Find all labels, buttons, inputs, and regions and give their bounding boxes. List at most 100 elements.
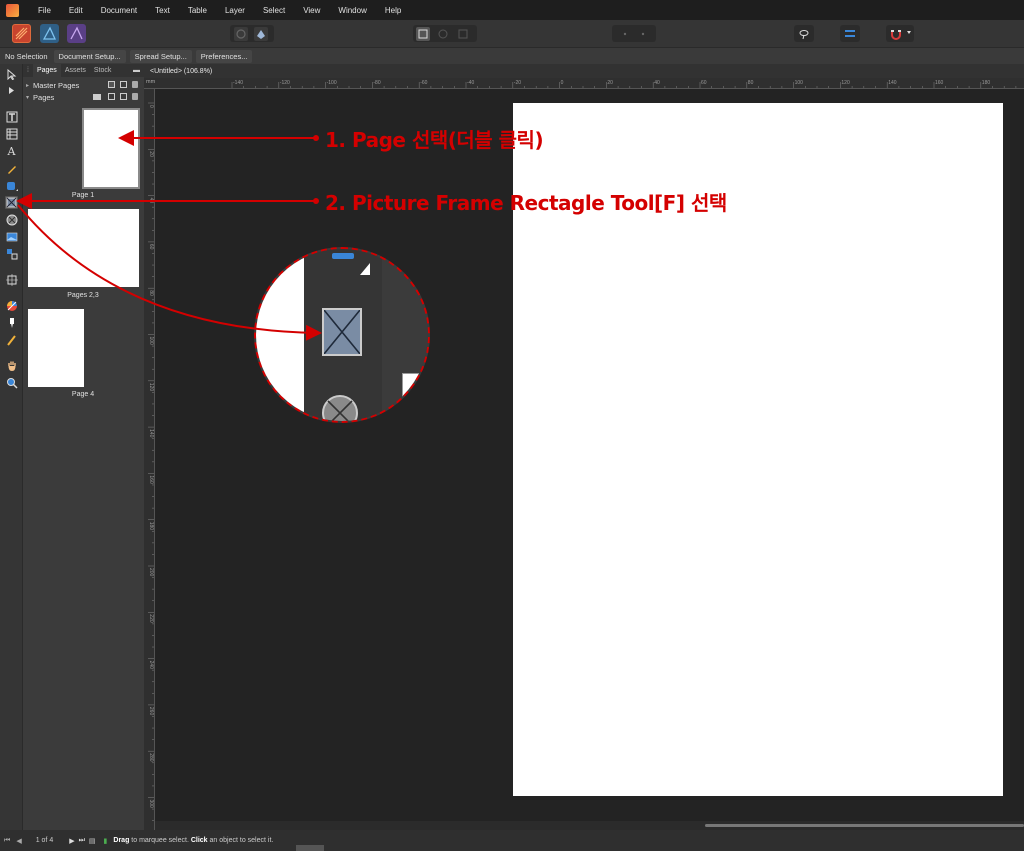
master-pages-row[interactable]: ▸ Master Pages xyxy=(23,79,144,91)
zoom-tool-icon[interactable] xyxy=(5,376,18,389)
view-tool-hand-icon[interactable] xyxy=(5,359,18,372)
vector-crop-tool-icon[interactable] xyxy=(5,247,18,260)
magnified-shape-tool-icon xyxy=(332,253,354,259)
menu-select[interactable]: Select xyxy=(263,6,285,15)
ruler-tick-label: -20 xyxy=(514,80,521,86)
color-picker-tool-icon[interactable] xyxy=(5,299,18,312)
panel-grip-icon[interactable]: ⁞ xyxy=(23,67,33,74)
snapping-options-icon[interactable] xyxy=(797,27,811,41)
horizontal-scrollbar[interactable] xyxy=(155,821,1024,830)
add-spread-icon[interactable] xyxy=(120,93,127,100)
preferences-button[interactable]: Preferences... xyxy=(195,49,253,63)
last-page-icon[interactable]: ⏭ xyxy=(79,837,85,845)
status-scroll-indicator xyxy=(296,845,324,851)
pages-2-3-thumbnail[interactable] xyxy=(28,209,139,287)
page-1-thumbnail[interactable] xyxy=(82,108,140,189)
magnified-flyout-corner-icon xyxy=(360,263,370,275)
artistic-text-tool-icon[interactable]: A xyxy=(5,145,18,158)
menu-file[interactable]: File xyxy=(38,6,51,15)
document-setup-button[interactable]: Document Setup... xyxy=(53,49,126,63)
ruler-tick-label: 100 xyxy=(148,337,154,346)
document-tab[interactable]: <Untitled> (106.8%) xyxy=(144,64,1024,78)
move-tool-icon[interactable] xyxy=(5,68,18,81)
node-tool-icon[interactable] xyxy=(5,84,18,97)
assistant-icon[interactable] xyxy=(254,26,268,41)
transparency-tool-icon[interactable] xyxy=(5,273,18,286)
spread-setup-button[interactable]: Spread Setup... xyxy=(129,49,192,63)
ruler-tick-label: -140 xyxy=(233,80,243,86)
add-master-icon[interactable] xyxy=(108,81,115,88)
insert-after-icon[interactable] xyxy=(636,27,650,41)
preflight-icon[interactable] xyxy=(234,26,248,41)
ruler-tick-label: 120 xyxy=(148,383,154,392)
menu-text[interactable]: Text xyxy=(155,6,170,15)
magnified-picture-frame-rectangle-icon xyxy=(322,308,362,356)
ruler-tick-label: -40 xyxy=(467,80,474,86)
pages-2-3-label: Pages 2,3 xyxy=(67,292,99,299)
chevron-right-icon[interactable]: ▸ xyxy=(26,82,29,89)
horizontal-ruler[interactable]: mm -140 -120 -100 -80 -60 -40 -20 0 20 40 60 80 100 1… xyxy=(144,78,1024,89)
delete-master-icon[interactable] xyxy=(132,81,138,88)
page-options-icon[interactable] xyxy=(93,94,101,100)
menu-help[interactable]: Help xyxy=(385,6,401,15)
pages-panel: ⁞ Pages Assets Stock ▬ ▸ Master Pages ▾ … xyxy=(23,64,144,830)
pages-row[interactable]: ▾ Pages xyxy=(23,91,144,103)
wrap-icon[interactable] xyxy=(436,27,450,41)
chevron-down-icon[interactable] xyxy=(907,31,911,34)
chevron-down-icon[interactable]: ▾ xyxy=(26,94,29,101)
annotation-step-1: 1. Page 선택(더블 클릭) xyxy=(325,128,544,152)
menu-bar: File Edit Document Text Table Layer Sele… xyxy=(0,0,1024,20)
previous-page-icon[interactable]: ◀ xyxy=(16,837,21,845)
ruler-tick-label: 300 xyxy=(148,800,154,809)
ruler-tick-label: -100 xyxy=(327,80,337,86)
pen-tool-icon[interactable] xyxy=(5,162,18,175)
page-4-thumbnail[interactable] xyxy=(28,309,84,387)
photo-persona-icon[interactable] xyxy=(67,24,86,43)
ruler-tick-label: -120 xyxy=(280,80,290,86)
tab-pages[interactable]: Pages xyxy=(32,64,61,77)
master-options-icon[interactable] xyxy=(120,81,127,88)
publisher-persona-icon[interactable] xyxy=(12,24,31,43)
delete-page-icon[interactable] xyxy=(132,93,138,100)
ruler-tick-label: 100 xyxy=(795,80,804,86)
fill-tool-icon[interactable] xyxy=(5,316,18,329)
menu-document[interactable]: Document xyxy=(101,6,137,15)
frame-text-tool-icon[interactable] xyxy=(5,110,18,123)
selection-status: No Selection xyxy=(5,51,48,61)
insert-before-icon[interactable] xyxy=(618,27,632,41)
panel-tabs: ⁞ Pages Assets Stock ▬ xyxy=(23,64,144,77)
panel-menu-icon[interactable]: ▬ xyxy=(129,67,144,74)
magnified-picture-frame-ellipse-icon xyxy=(322,395,358,421)
picture-frame-ellipse-tool-icon[interactable] xyxy=(5,213,18,226)
arrange-icon[interactable] xyxy=(456,27,470,41)
shape-tool-icon[interactable] xyxy=(5,179,18,192)
vertical-ruler[interactable]: 0 20 40 60 80 100 120 140 160 180 200 220 240 260 280 3… xyxy=(144,89,155,830)
tab-assets[interactable]: Assets xyxy=(61,67,90,74)
scrollbar-thumb[interactable] xyxy=(705,824,1024,827)
pencil-tool-icon[interactable] xyxy=(5,333,18,346)
add-page-icon[interactable] xyxy=(108,93,115,100)
place-image-tool-icon[interactable] xyxy=(5,230,18,243)
toolbar-group-4 xyxy=(794,25,814,42)
ruler-tick-label: 200 xyxy=(148,568,154,577)
ruler-tick-label: 280 xyxy=(148,753,154,762)
menu-layer[interactable]: Layer xyxy=(225,6,245,15)
next-page-icon[interactable]: ▶ xyxy=(69,837,74,845)
magnified-page-thumbnail xyxy=(256,249,304,421)
first-page-icon[interactable]: ⏮ xyxy=(4,837,10,845)
menu-view[interactable]: View xyxy=(303,6,320,15)
text-flow-icon[interactable] xyxy=(843,27,857,41)
hint-mouse-icon: ▮ xyxy=(103,837,108,845)
table-tool-icon[interactable] xyxy=(5,127,18,140)
snapping-magnet-icon[interactable] xyxy=(889,27,903,41)
picture-frame-rectangle-tool-icon[interactable] xyxy=(5,196,18,209)
menu-table[interactable]: Table xyxy=(188,6,207,15)
menu-edit[interactable]: Edit xyxy=(69,6,83,15)
designer-persona-icon[interactable] xyxy=(40,24,59,43)
tab-stock[interactable]: Stock xyxy=(90,67,116,74)
ruler-tick-label: 80 xyxy=(148,290,154,296)
affinity-publisher-logo-icon[interactable] xyxy=(6,3,19,17)
frame-text-icon[interactable] xyxy=(416,26,430,41)
spread-view-icon[interactable]: ▤ xyxy=(89,837,96,845)
menu-window[interactable]: Window xyxy=(338,6,366,15)
